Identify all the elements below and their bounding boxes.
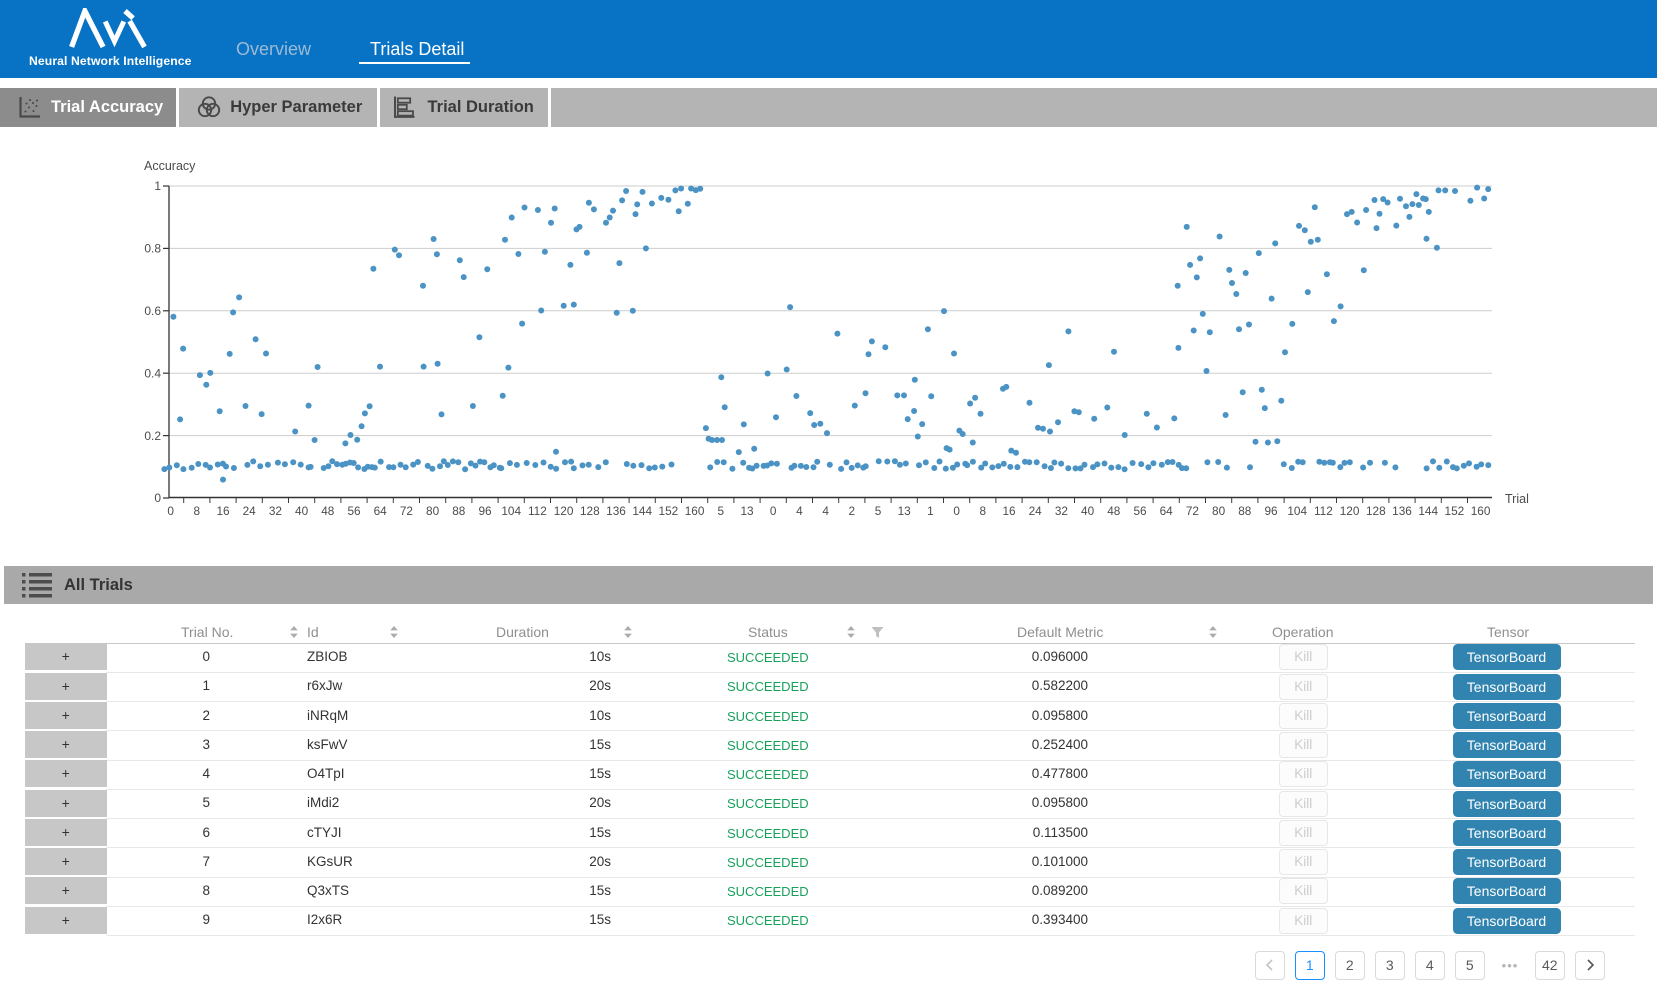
- svg-text:8: 8: [980, 504, 987, 518]
- svg-text:40: 40: [295, 504, 309, 518]
- svg-text:96: 96: [1264, 504, 1278, 518]
- svg-text:120: 120: [554, 504, 574, 518]
- svg-text:0: 0: [953, 504, 960, 518]
- svg-text:16: 16: [216, 504, 230, 518]
- svg-text:5: 5: [875, 504, 882, 518]
- svg-text:5: 5: [718, 504, 725, 518]
- svg-text:152: 152: [659, 504, 679, 518]
- svg-text:0: 0: [154, 491, 161, 505]
- svg-text:104: 104: [1287, 504, 1307, 518]
- svg-text:4: 4: [822, 504, 829, 518]
- svg-text:0: 0: [770, 504, 777, 518]
- svg-text:112: 112: [528, 504, 547, 518]
- svg-text:13: 13: [898, 504, 912, 518]
- svg-text:0.4: 0.4: [144, 366, 161, 380]
- svg-text:1: 1: [154, 179, 161, 193]
- svg-text:40: 40: [1081, 504, 1095, 518]
- svg-text:64: 64: [1160, 504, 1174, 518]
- svg-text:24: 24: [243, 504, 257, 518]
- svg-text:128: 128: [1366, 504, 1386, 518]
- svg-text:64: 64: [374, 504, 388, 518]
- svg-text:2: 2: [849, 504, 856, 518]
- svg-text:160: 160: [685, 504, 705, 518]
- svg-text:Accuracy: Accuracy: [144, 159, 196, 173]
- svg-text:96: 96: [478, 504, 492, 518]
- svg-text:80: 80: [426, 504, 440, 518]
- svg-text:152: 152: [1445, 504, 1465, 518]
- svg-text:88: 88: [452, 504, 466, 518]
- svg-text:72: 72: [400, 504, 413, 518]
- svg-text:72: 72: [1186, 504, 1199, 518]
- svg-text:0.8: 0.8: [144, 242, 161, 256]
- svg-text:1: 1: [927, 504, 934, 518]
- svg-text:32: 32: [1055, 504, 1068, 518]
- svg-text:16: 16: [1002, 504, 1016, 518]
- svg-text:160: 160: [1471, 504, 1491, 518]
- svg-text:13: 13: [740, 504, 754, 518]
- svg-text:56: 56: [347, 504, 361, 518]
- svg-text:88: 88: [1238, 504, 1252, 518]
- svg-text:8: 8: [194, 504, 201, 518]
- svg-text:0.6: 0.6: [144, 304, 161, 318]
- svg-text:48: 48: [1107, 504, 1121, 518]
- svg-text:48: 48: [321, 504, 335, 518]
- svg-text:0.2: 0.2: [144, 429, 161, 443]
- svg-text:136: 136: [606, 504, 626, 518]
- svg-text:144: 144: [632, 504, 652, 518]
- svg-text:56: 56: [1133, 504, 1147, 518]
- svg-text:32: 32: [269, 504, 282, 518]
- svg-text:136: 136: [1392, 504, 1412, 518]
- svg-text:104: 104: [501, 504, 521, 518]
- svg-text:80: 80: [1212, 504, 1226, 518]
- svg-text:144: 144: [1418, 504, 1438, 518]
- svg-text:24: 24: [1029, 504, 1043, 518]
- svg-text:128: 128: [580, 504, 600, 518]
- svg-text:4: 4: [796, 504, 803, 518]
- svg-text:112: 112: [1314, 504, 1333, 518]
- svg-text:0: 0: [167, 504, 174, 518]
- svg-text:Trial: Trial: [1505, 492, 1529, 506]
- svg-text:120: 120: [1340, 504, 1360, 518]
